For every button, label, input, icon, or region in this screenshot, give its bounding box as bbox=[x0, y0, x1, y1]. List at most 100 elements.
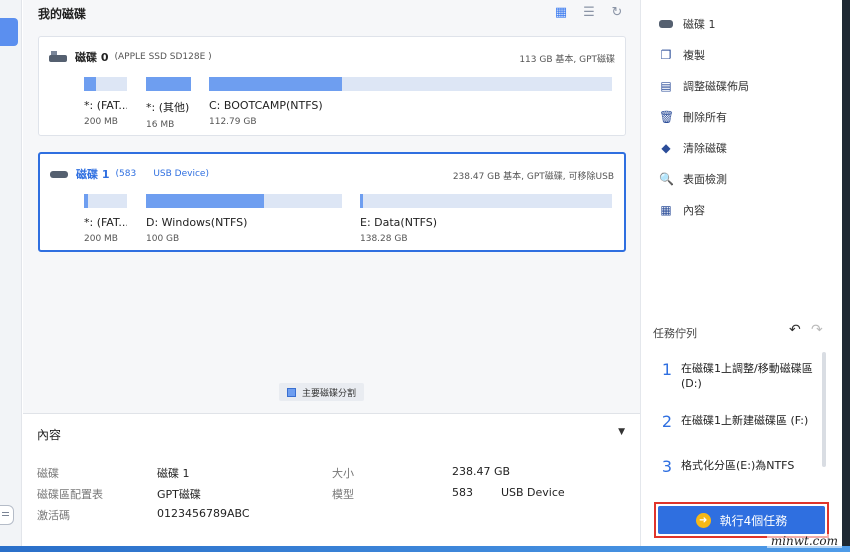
rail-selected-item[interactable] bbox=[0, 18, 18, 46]
execute-highlight: ➜ 執行4個任務 bbox=[654, 502, 829, 538]
prop-value: 583 USB Device bbox=[452, 486, 565, 499]
task-scrollbar[interactable] bbox=[822, 352, 826, 467]
eraser-icon: ◆ bbox=[661, 141, 671, 155]
menu-clone[interactable]: ❐ 複製 bbox=[659, 47, 705, 63]
main-area: 我的磁碟 ▦ ☰ ↻ 磁碟 0 (APPLE SSD SD128E ) 113 … bbox=[23, 0, 640, 552]
document-icon: ▦ bbox=[660, 203, 672, 217]
prop-key: 磁碟區配置表 bbox=[37, 488, 103, 501]
partition[interactable]: E: Data(NTFS) 138.28 GB bbox=[360, 194, 612, 244]
grid-view-icon[interactable]: ▦ bbox=[554, 5, 568, 20]
partition-legend: 主要磁碟分割 bbox=[279, 383, 365, 401]
window-edge bbox=[842, 0, 850, 552]
refresh-icon[interactable]: ↻ bbox=[610, 5, 624, 20]
task-queue-title: 任務佇列 bbox=[653, 327, 697, 340]
task-item[interactable]: 3 格式化分區(E:)為NTFS bbox=[653, 458, 821, 476]
disk-card-1[interactable]: 磁碟 1 (583 USB Device) 238.47 GB 基本, GPT磁… bbox=[38, 152, 626, 252]
partition-bar bbox=[146, 194, 342, 208]
partition-bar bbox=[360, 194, 612, 208]
magnifier-icon: 🔍 bbox=[659, 172, 674, 186]
menu-label: 內容 bbox=[683, 204, 705, 217]
partition[interactable]: *: (FAT... 200 MB bbox=[84, 194, 127, 244]
menu-properties[interactable]: ▦ 內容 bbox=[659, 202, 705, 218]
legend-swatch bbox=[287, 387, 296, 397]
partition-label: D: Windows(NTFS) bbox=[146, 216, 248, 229]
partition-label: C: BOOTCAMP(NTFS) bbox=[209, 99, 323, 112]
disk-info: 238.47 GB 基本, GPT磁碟, 可移除USB bbox=[452, 172, 614, 182]
view-toolbar: ▦ ☰ ↻ bbox=[554, 5, 624, 20]
properties-panel: 內容 ▼ 磁碟 磁碟 1 大小 238.47 GB 磁碟區配置表 GPT磁碟 模… bbox=[23, 413, 640, 552]
usb-drive-icon bbox=[50, 169, 68, 179]
prop-value: GPT磁碟 bbox=[157, 488, 201, 501]
execute-label: 執行4個任務 bbox=[719, 513, 788, 528]
watermark: minwt.com bbox=[766, 534, 842, 548]
prop-key: 模型 bbox=[332, 488, 354, 501]
disk-model: (583 USB Device) bbox=[115, 169, 209, 179]
selected-disk-header: 磁碟 1 bbox=[659, 16, 716, 32]
task-number: 3 bbox=[661, 457, 673, 476]
disk-header: 磁碟 0 (APPLE SSD SD128E ) bbox=[49, 49, 212, 65]
menu-adjust-layout[interactable]: ▤ 調整磁碟佈局 bbox=[659, 78, 749, 94]
disk-name: 磁碟 0 bbox=[75, 51, 109, 64]
disk-model: (APPLE SSD SD128E ) bbox=[114, 52, 212, 62]
menu-label: 刪除所有 bbox=[683, 111, 727, 124]
prop-value: 0123456789ABC bbox=[157, 507, 250, 520]
partition[interactable]: *: (FAT... 200 MB bbox=[84, 77, 127, 127]
partition-size: 138.28 GB bbox=[360, 234, 408, 244]
menu-label: 清除磁碟 bbox=[683, 142, 727, 155]
legend-label: 主要磁碟分割 bbox=[302, 388, 357, 399]
prop-key: 磁碟 bbox=[37, 467, 59, 480]
partition-bar bbox=[84, 77, 127, 91]
menu-wipe-disk[interactable]: ◆ 清除磁碟 bbox=[659, 140, 727, 156]
partition-fill bbox=[84, 77, 96, 91]
partition-label: *: (其他) bbox=[146, 101, 190, 114]
partition-fill bbox=[360, 194, 363, 208]
partition-size: 16 MB bbox=[146, 120, 175, 130]
task-item[interactable]: 1 在磁碟1上調整/移動磁碟區(D:) bbox=[653, 361, 821, 391]
menu-label: 調整磁碟佈局 bbox=[683, 80, 749, 93]
partition-bar bbox=[209, 77, 612, 91]
menu-surface-test[interactable]: 🔍 表面檢測 bbox=[659, 171, 727, 187]
feedback-icon[interactable] bbox=[0, 505, 14, 525]
partition-label: *: (FAT... bbox=[84, 216, 127, 229]
page-title: 我的磁碟 bbox=[38, 7, 87, 21]
redo-icon[interactable]: ↷ bbox=[811, 322, 823, 338]
partition-size: 112.79 GB bbox=[209, 117, 257, 127]
partition-bar bbox=[84, 194, 127, 208]
taskbar-strip bbox=[0, 546, 850, 552]
task-number: 1 bbox=[661, 360, 673, 379]
disk-header: 磁碟 1 (583 USB Device) bbox=[50, 166, 209, 182]
partition[interactable]: *: (其他) 16 MB bbox=[146, 77, 191, 130]
partition-size: 200 MB bbox=[84, 117, 118, 127]
copy-icon: ❐ bbox=[660, 48, 672, 62]
properties-title: 內容 bbox=[37, 428, 62, 442]
partition-size: 100 GB bbox=[146, 234, 180, 244]
disk-info: 113 GB 基本, GPT磁碟 bbox=[519, 55, 615, 65]
selected-disk-label: 磁碟 1 bbox=[683, 18, 716, 31]
hdd-icon bbox=[49, 51, 67, 63]
layout-icon: ▤ bbox=[660, 79, 672, 93]
partition-label: E: Data(NTFS) bbox=[360, 216, 438, 229]
execute-tasks-button[interactable]: ➜ 執行4個任務 bbox=[658, 506, 825, 534]
menu-delete-all[interactable]: 🗑 刪除所有 bbox=[659, 109, 727, 125]
disk-card-0[interactable]: 磁碟 0 (APPLE SSD SD128E ) 113 GB 基本, GPT磁… bbox=[38, 36, 626, 136]
partition-fill bbox=[146, 194, 264, 208]
task-number: 2 bbox=[661, 412, 673, 431]
partition[interactable]: D: Windows(NTFS) 100 GB bbox=[146, 194, 342, 244]
partition-size: 200 MB bbox=[84, 234, 118, 244]
prop-key: 大小 bbox=[332, 467, 354, 480]
list-view-icon[interactable]: ☰ bbox=[582, 5, 596, 20]
prop-key: 激活碼 bbox=[37, 509, 70, 522]
task-text: 在磁碟1上新建磁碟區 (F:) bbox=[681, 414, 809, 427]
task-item[interactable]: 2 在磁碟1上新建磁碟區 (F:) bbox=[653, 413, 821, 431]
partition-bar bbox=[146, 77, 191, 91]
partition[interactable]: C: BOOTCAMP(NTFS) 112.79 GB bbox=[209, 77, 612, 127]
partition-fill bbox=[84, 194, 89, 208]
left-rail bbox=[0, 0, 22, 552]
partition-fill bbox=[209, 77, 342, 91]
menu-label: 表面檢測 bbox=[683, 173, 727, 186]
usb-drive-icon bbox=[659, 17, 673, 31]
undo-icon[interactable]: ↶ bbox=[789, 322, 801, 338]
collapse-caret-icon[interactable]: ▼ bbox=[618, 427, 625, 437]
disk-name: 磁碟 1 bbox=[76, 168, 110, 181]
trash-icon: 🗑 bbox=[659, 110, 675, 124]
